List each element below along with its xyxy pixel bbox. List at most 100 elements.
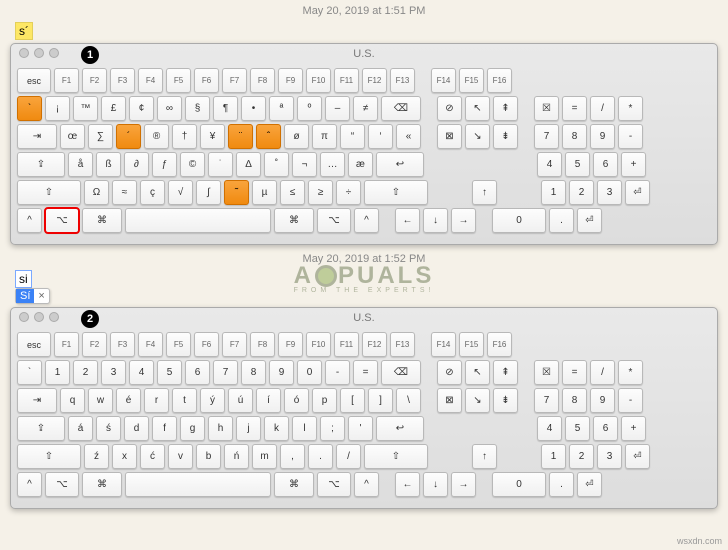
key[interactable]: ¢ [129, 96, 154, 121]
key[interactable]: … [320, 152, 345, 177]
numpad-key[interactable]: 9 [590, 124, 615, 149]
key[interactable]: ≤ [280, 180, 305, 205]
option-key[interactable]: ⌥ [317, 208, 351, 233]
key[interactable]: ú [228, 388, 253, 413]
key[interactable]: - [325, 360, 350, 385]
key[interactable]: 9 [269, 360, 294, 385]
nav-key[interactable]: ⊘ [437, 96, 462, 121]
key[interactable]: 5 [157, 360, 182, 385]
key[interactable]: w [88, 388, 113, 413]
key[interactable]: © [180, 152, 205, 177]
numpad-key[interactable]: 9 [590, 388, 615, 413]
command-key[interactable]: ⌘ [274, 472, 314, 497]
function-key[interactable]: F16 [487, 332, 512, 357]
option-key[interactable]: ⌥ [45, 208, 79, 233]
escape-key[interactable]: esc [17, 68, 51, 93]
numpad-key[interactable]: 8 [562, 388, 587, 413]
autocorrect-popup[interactable]: Sí × [15, 288, 50, 304]
arrow-up-key[interactable]: ↑ [472, 180, 497, 205]
function-key[interactable]: F9 [278, 332, 303, 357]
function-key[interactable]: F3 [110, 68, 135, 93]
close-icon[interactable]: × [34, 290, 48, 302]
key[interactable]: h [208, 416, 233, 441]
key[interactable]: ‘ [368, 124, 393, 149]
numpad-key[interactable]: 6 [593, 152, 618, 177]
key[interactable]: ý [200, 388, 225, 413]
control-key[interactable]: ^ [17, 472, 42, 497]
numpad-key[interactable]: 3 [597, 180, 622, 205]
key[interactable]: 7 [213, 360, 238, 385]
key[interactable]: m [252, 444, 277, 469]
key[interactable]: ś [96, 416, 121, 441]
function-key[interactable]: F15 [459, 332, 484, 357]
numpad-key[interactable]: = [562, 360, 587, 385]
key[interactable]: \ [396, 388, 421, 413]
numpad-key[interactable]: - [618, 388, 643, 413]
key[interactable]: x [112, 444, 137, 469]
key[interactable]: ™ [73, 96, 98, 121]
arrow-right-key[interactable]: → [451, 472, 476, 497]
function-key[interactable]: F3 [110, 332, 135, 357]
key[interactable]: ó [284, 388, 309, 413]
key[interactable]: d [124, 416, 149, 441]
numpad-key[interactable]: ⏎ [625, 180, 650, 205]
numpad-key[interactable]: ⏎ [625, 444, 650, 469]
function-key[interactable]: F7 [222, 68, 247, 93]
numpad-key[interactable]: = [562, 96, 587, 121]
window-controls[interactable] [19, 312, 59, 322]
key[interactable]: π [312, 124, 337, 149]
key[interactable]: g [180, 416, 205, 441]
key[interactable]: ń [224, 444, 249, 469]
key[interactable]: , [280, 444, 305, 469]
function-key[interactable]: F2 [82, 68, 107, 93]
key[interactable]: ¶ [213, 96, 238, 121]
key[interactable]: ˜ [224, 180, 249, 205]
key[interactable]: º [297, 96, 322, 121]
key[interactable]: “ [340, 124, 365, 149]
numpad-key[interactable]: 7 [534, 388, 559, 413]
key[interactable]: ˆ [256, 124, 281, 149]
key[interactable]: 3 [101, 360, 126, 385]
function-key[interactable]: F12 [362, 332, 387, 357]
nav-key[interactable]: ⇞ [493, 96, 518, 121]
command-key[interactable]: ⌘ [82, 208, 122, 233]
key[interactable]: ≥ [308, 180, 333, 205]
function-key[interactable]: F13 [390, 68, 415, 93]
key[interactable]: ˚ [264, 152, 289, 177]
key[interactable]: ; [320, 416, 345, 441]
function-key[interactable]: F5 [166, 332, 191, 357]
arrow-left-key[interactable]: ← [395, 208, 420, 233]
numpad-key[interactable]: . [549, 472, 574, 497]
key[interactable]: ∞ [157, 96, 182, 121]
function-key[interactable]: F15 [459, 68, 484, 93]
tab-key[interactable]: ⇥ [17, 124, 57, 149]
function-key[interactable]: F16 [487, 68, 512, 93]
function-key[interactable]: F14 [431, 332, 456, 357]
key[interactable]: p [312, 388, 337, 413]
function-key[interactable]: F4 [138, 68, 163, 93]
option-key[interactable]: ⌥ [317, 472, 351, 497]
key[interactable]: j [236, 416, 261, 441]
shift-key[interactable]: ⇧ [17, 180, 81, 205]
function-key[interactable]: F10 [306, 68, 331, 93]
numpad-key[interactable]: ☒ [534, 360, 559, 385]
delete-key[interactable]: ⌫ [381, 360, 421, 385]
key[interactable]: [ [340, 388, 365, 413]
function-key[interactable]: F6 [194, 332, 219, 357]
function-key[interactable]: F12 [362, 68, 387, 93]
key[interactable]: ª [269, 96, 294, 121]
numpad-key[interactable]: 0 [492, 208, 546, 233]
key[interactable]: ¬ [292, 152, 317, 177]
control-key[interactable]: ^ [354, 208, 379, 233]
key[interactable]: ß [96, 152, 121, 177]
nav-key[interactable]: ↘ [465, 388, 490, 413]
numpad-key[interactable]: 6 [593, 416, 618, 441]
function-key[interactable]: F10 [306, 332, 331, 357]
function-key[interactable]: F14 [431, 68, 456, 93]
key[interactable]: r [144, 388, 169, 413]
key[interactable]: t [172, 388, 197, 413]
key[interactable]: ] [368, 388, 393, 413]
key[interactable]: ƒ [152, 152, 177, 177]
key[interactable]: é [116, 388, 141, 413]
window-controls[interactable] [19, 48, 59, 58]
